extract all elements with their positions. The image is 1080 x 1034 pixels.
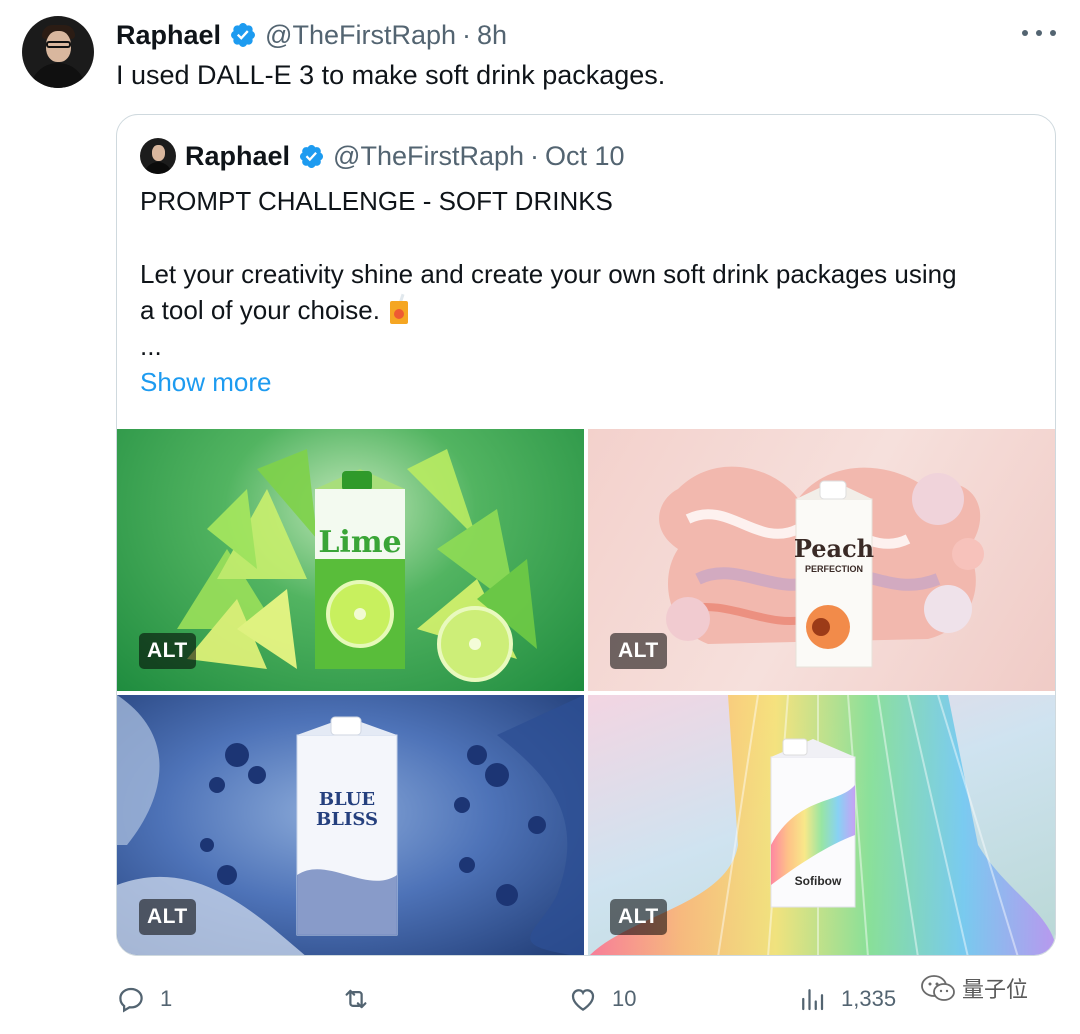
- author-name[interactable]: Raphael: [116, 20, 221, 51]
- views-chart-icon: [802, 989, 824, 1011]
- quoted-line-title: PROMPT CHALLENGE - SOFT DRINKS: [140, 186, 613, 216]
- author-handle[interactable]: @TheFirstRaph: [265, 20, 456, 51]
- carton-label-peach: Peach: [794, 534, 874, 563]
- alt-badge[interactable]: ALT: [139, 899, 196, 935]
- like-button[interactable]: 10: [568, 978, 636, 1020]
- verified-badge-icon: [300, 144, 324, 168]
- watermark-text: 量子位: [962, 977, 1029, 1002]
- carton-label-bliss: BLISS: [316, 809, 378, 830]
- quoted-tweet-text: PROMPT CHALLENGE - SOFT DRINKS Let your …: [140, 183, 957, 400]
- tweet-text: I used DALL-E 3 to make soft drink packa…: [116, 60, 666, 90]
- alt-badge[interactable]: ALT: [610, 899, 667, 935]
- quoted-tweet[interactable]: Raphael @TheFirstRaph · Oct 10 PROMPT CH…: [116, 114, 1056, 956]
- quoted-author-avatar: [140, 138, 176, 174]
- reply-button[interactable]: 1: [116, 978, 172, 1020]
- carton-label-blue: BLUE: [319, 789, 375, 810]
- like-count: 10: [612, 986, 637, 1011]
- retweet-button[interactable]: [341, 978, 385, 1020]
- more-options-icon[interactable]: [1022, 25, 1056, 41]
- separator-dot: ·: [462, 19, 472, 50]
- reply-count: 1: [160, 986, 173, 1011]
- show-more-link[interactable]: Show more: [140, 364, 957, 400]
- carton-sublabel-peach: PERFECTION: [805, 564, 863, 574]
- quoted-line-2: Let your creativity shine and create you…: [140, 259, 957, 289]
- media-image-blueberry[interactable]: BLUE BLISS ALT: [117, 695, 584, 955]
- wechat-logo-icon: [921, 975, 955, 1001]
- quoted-timestamp: Oct 10: [545, 140, 625, 171]
- verified-badge-icon: [231, 23, 256, 47]
- watermark: 量子位: [920, 968, 1028, 1008]
- alt-badge[interactable]: ALT: [139, 633, 196, 669]
- media-grid: Lime ALT Peach PERFECTION ALT BLUE BLISS…: [117, 429, 1055, 955]
- action-bar: 1 10 1,335: [116, 978, 1056, 1020]
- views-button[interactable]: 1,335: [797, 978, 896, 1020]
- heart-icon: [571, 989, 595, 1011]
- carton-label-sofibow: Sofibow: [795, 874, 842, 888]
- quoted-author-name: Raphael: [185, 140, 291, 171]
- views-count: 1,335: [841, 986, 897, 1011]
- media-image-lime[interactable]: Lime ALT: [117, 429, 584, 691]
- media-image-peach[interactable]: Peach PERFECTION ALT: [588, 429, 1055, 691]
- media-image-rainbow[interactable]: Sofibow ALT: [588, 695, 1055, 955]
- juice-box-emoji-icon: [388, 293, 410, 324]
- tweet-header: Raphael @TheFirstRaph · 8h: [116, 18, 507, 52]
- reply-icon: [119, 987, 143, 1013]
- retweet-icon: [345, 989, 367, 1009]
- separator-dot: ·: [530, 140, 540, 171]
- author-avatar[interactable]: [22, 16, 94, 88]
- quoted-tweet-header: Raphael @TheFirstRaph · Oct 10: [185, 139, 625, 173]
- tweet: Raphael @TheFirstRaph · 8h I used DALL-E…: [0, 0, 1080, 1034]
- alt-badge[interactable]: ALT: [610, 633, 667, 669]
- quoted-author-handle: @TheFirstRaph: [333, 140, 525, 171]
- quoted-ellipsis: ...: [140, 331, 162, 361]
- carton-label-lime: Lime: [318, 525, 401, 560]
- tweet-timestamp[interactable]: 8h: [477, 20, 507, 51]
- quoted-line-3: a tool of your choise.: [140, 292, 957, 328]
